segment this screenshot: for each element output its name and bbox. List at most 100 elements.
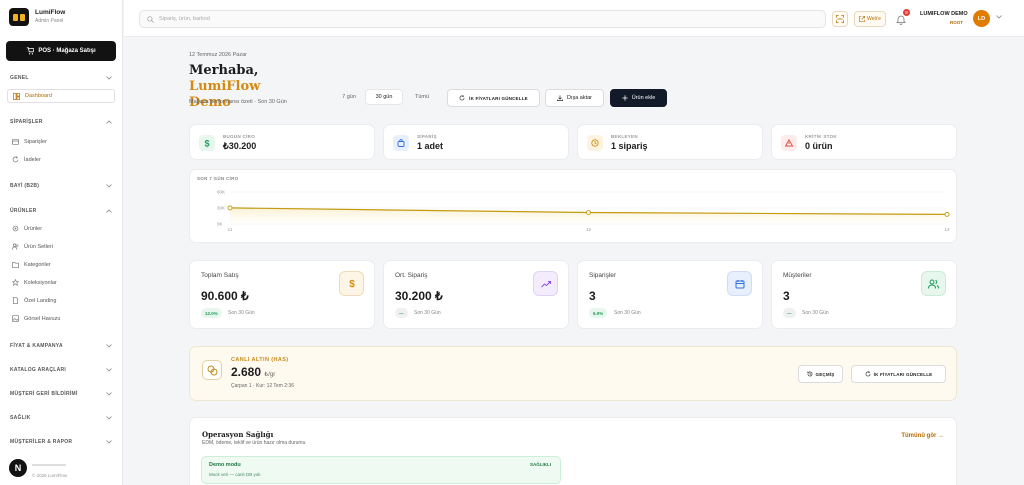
- sidebar-section-siparisler[interactable]: SİPARİŞLER: [10, 119, 112, 125]
- sidebar-section-fiyat[interactable]: FİYAT & KAMPANYA: [10, 343, 112, 349]
- web-button-label: Web'e: [867, 16, 881, 22]
- view-all-link[interactable]: Tümünü gör →: [901, 433, 944, 439]
- gold-unit: ₺/gr: [264, 372, 276, 378]
- chevron-down-icon[interactable]: [996, 15, 1002, 19]
- kpi-value: ₺30.200: [223, 141, 257, 151]
- sidebar-section-saglik[interactable]: SAĞLIK: [10, 415, 112, 421]
- sidebar-section-geri-bildirim[interactable]: MÜŞTERİ GERİ BİLDİRİMİ: [10, 391, 112, 397]
- x-tick-label: 11: [228, 227, 233, 232]
- sidebar-item-dashboard[interactable]: Dashboard: [7, 89, 115, 103]
- search-input[interactable]: Sipariş, ürün, barkod: [139, 10, 826, 28]
- refresh-icon: [865, 371, 871, 377]
- status-title: Demo modu: [209, 462, 241, 468]
- dollar-icon: $: [339, 271, 364, 296]
- topbar: Sipariş, ürün, barkod Web'e 8 LUMIFLOW D…: [124, 0, 1024, 37]
- y-tick-label: 0K: [217, 222, 223, 227]
- stat-label: Siparişler: [589, 272, 617, 279]
- sidebar-item-kategoriler[interactable]: Kategoriler: [12, 261, 51, 268]
- add-product-button[interactable]: Ürün ekle: [610, 89, 667, 107]
- kpi-label: BEKLEYEN: [611, 134, 638, 139]
- chevron-down-icon: [106, 440, 112, 444]
- stat-change-badge: 6.0%: [589, 308, 608, 318]
- footer-divider: [32, 464, 66, 466]
- sidebar-item-label: Ürün Setleri: [24, 243, 54, 250]
- chevron-down-icon: [106, 416, 112, 420]
- kpi-label: SİPARİŞ: [417, 134, 437, 139]
- gold-history-button[interactable]: GEÇMİŞ: [798, 365, 843, 383]
- sidebar-item-urun-setleri[interactable]: Ürün Setleri: [12, 243, 53, 250]
- export-button[interactable]: Dışa aktar: [545, 89, 604, 107]
- stat-period: Son 30 Gün: [228, 310, 255, 316]
- sidebar-section-bayi[interactable]: BAYİ (B2B): [10, 183, 112, 189]
- sidebar-section-musteriler[interactable]: MÜŞTERİLER & RAPOR: [10, 439, 112, 445]
- gold-update-prices-button[interactable]: İK FİYATLARI GÜNCELLE: [851, 365, 946, 383]
- footer-copyright: © 2026 LumiFlow: [32, 473, 68, 478]
- footer-avatar[interactable]: N: [9, 459, 27, 477]
- user-name[interactable]: LUMIFLOW DEMO: [920, 11, 968, 17]
- stat-value: 90.600 ₺: [201, 289, 249, 303]
- brand-subtitle: Admin Panel: [35, 18, 64, 24]
- users-icon: [12, 243, 19, 250]
- sidebar-item-ozel-landing[interactable]: Özel Landing: [12, 297, 56, 304]
- chevron-down-icon: [106, 368, 112, 372]
- scan-icon: [836, 15, 844, 23]
- add-product-label: Ürün ekle: [631, 95, 656, 101]
- range-7-days[interactable]: 7 gün: [337, 89, 361, 105]
- update-prices-button[interactable]: İK FİYATLARI GÜNCELLE: [447, 89, 540, 107]
- section-label: SAĞLIK: [10, 415, 31, 421]
- sidebar-item-label: Kategoriler: [24, 261, 51, 268]
- history-icon: [806, 371, 812, 377]
- external-icon: [859, 16, 865, 22]
- demo-mode-status[interactable]: Demo modu Mock veri — canlı DB yok SAĞLI…: [201, 456, 561, 484]
- operations-health-card: Operasyon Sağlığı EDM, ödeme, teklif ve …: [189, 417, 957, 485]
- history-label: GEÇMİŞ: [815, 371, 835, 377]
- sidebar-section-urunler[interactable]: ÜRÜNLER: [10, 208, 112, 214]
- trend-icon: [533, 271, 558, 296]
- range-30-days[interactable]: 30 gün: [365, 89, 403, 105]
- section-label: BAYİ (B2B): [10, 183, 40, 189]
- sidebar-item-label: Görsel Havuzu: [24, 315, 61, 322]
- chart-point: [944, 211, 950, 217]
- range-all[interactable]: Tümü: [406, 89, 438, 105]
- section-label: FİYAT & KAMPANYA: [10, 343, 63, 349]
- barcode-scan-button[interactable]: [832, 11, 848, 27]
- sidebar-item-label: Ürünler: [24, 225, 43, 232]
- update-prices-label: İK FİYATLARI GÜNCELLE: [469, 95, 528, 101]
- revenue-line-chart: 60K 30K 0K 11 12 13: [217, 190, 950, 233]
- sidebar-section-genel[interactable]: GENEL: [10, 75, 112, 81]
- dashboard-icon: [13, 92, 20, 100]
- sidebar-item-urunler[interactable]: Ürünler: [12, 225, 42, 232]
- svg-text:$: $: [204, 139, 209, 148]
- sidebar-item-label: Koleksiyonlar: [24, 279, 57, 286]
- user-avatar[interactable]: LD: [973, 10, 990, 27]
- dollar-icon: $: [199, 135, 215, 151]
- search-placeholder: Sipariş, ürün, barkod: [159, 16, 210, 22]
- brand[interactable]: LumiFlow Admin Panel: [9, 8, 65, 26]
- sidebar-item-siparisler[interactable]: Siparişler: [12, 138, 47, 145]
- users-icon: [921, 271, 946, 296]
- stat-value: 3: [589, 289, 596, 303]
- download-icon: [556, 95, 563, 101]
- stat-label: Ort. Sipariş: [395, 272, 428, 279]
- revenue-chart-card: SON 7 GÜN CİRO 60K 30K 0K 11 12 13: [189, 169, 957, 243]
- page-subtitle: Mağaza performansı özeti · Son 30 Gün: [189, 99, 287, 105]
- stat-value: 3: [783, 289, 790, 303]
- user-role: ROOT: [950, 20, 963, 25]
- section-label: MÜŞTERİLER & RAPOR: [10, 439, 73, 445]
- sidebar-item-label: Dashboard: [25, 93, 52, 99]
- pos-button[interactable]: POS · Mağaza Satışı: [6, 41, 116, 61]
- alert-icon: [781, 135, 797, 151]
- kpi-label: KRİTİK STOK: [805, 134, 837, 139]
- gold-value: 2.680 ₺/gr: [231, 365, 275, 379]
- stat-card-average-order: Ort. Sipariş 30.200 ₺ — Son 30 Gün: [383, 260, 569, 329]
- gold-subtitle: Çarpan 1 · Kur: 12 Tem 2:36: [231, 383, 294, 389]
- sidebar-item-koleksiyonlar[interactable]: Koleksiyonlar: [12, 279, 57, 286]
- web-button[interactable]: Web'e: [854, 11, 886, 27]
- gear-icon: [12, 225, 19, 232]
- sidebar-item-gorsel-havuzu[interactable]: Görsel Havuzu: [12, 315, 60, 322]
- sidebar-section-katalog[interactable]: KATALOG ARAÇLARI: [10, 367, 112, 373]
- kpi-card-revenue: $ BUGÜN CİRO ₺30.200: [189, 124, 375, 160]
- kpi-card-critical-stock: KRİTİK STOK 0 ürün: [771, 124, 957, 160]
- sidebar-item-iadeler[interactable]: İadeler: [12, 156, 41, 163]
- search-icon: [147, 15, 154, 23]
